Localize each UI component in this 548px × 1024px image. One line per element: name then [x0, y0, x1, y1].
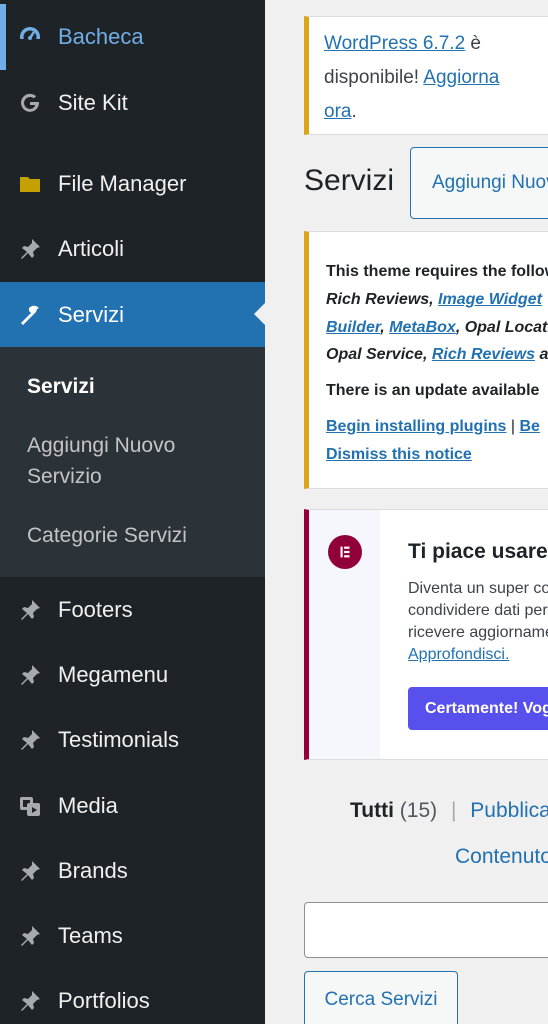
submenu-item-aggiungi-nuovo[interactable]: Aggiungi Nuovo Servizio [27, 430, 207, 492]
notice-text: condividere dati per [408, 602, 548, 619]
hammer-icon [0, 303, 58, 327]
notice-icon-strip [309, 510, 380, 759]
sidebar-item-label: Articoli [58, 235, 125, 261]
active-indicator [0, 4, 6, 70]
sidebar-item-label: Site Kit [58, 89, 128, 115]
update-now-link-continued[interactable]: ora [324, 101, 351, 122]
filter-all-count: (15) [399, 799, 438, 822]
notice-text: disponibile! [324, 67, 424, 88]
sidebar-item-label: Brands [58, 857, 128, 883]
begin-activating-link[interactable]: Be [520, 418, 540, 435]
add-new-button[interactable]: Aggiungi Nuovo Servizio [410, 147, 548, 219]
notice-body: Diventa un super contributore condivider… [408, 578, 548, 666]
plugin-link-image-widget[interactable]: Image Widget [438, 291, 542, 308]
filter-separator: | [450, 799, 457, 822]
pin-icon [0, 989, 58, 1013]
notice-text: There is an update available [326, 382, 540, 399]
plugin-link-rich-reviews[interactable]: Rich Reviews [432, 346, 535, 363]
separator: | [506, 418, 520, 435]
sidebar-item-site-kit[interactable]: Site Kit [0, 70, 265, 135]
sidebar-item-testimonials[interactable]: Testimonials [0, 707, 265, 772]
pin-icon [0, 924, 58, 948]
admin-sidebar: Bacheca Site Kit File Manager Articoli S… [0, 0, 265, 1024]
plugin-name: Opal Service, [326, 346, 432, 363]
sidebar-item-label: Servizi [58, 301, 125, 327]
sidebar-item-label: Footers [58, 596, 133, 622]
plugin-name: Rich Reviews [326, 291, 430, 308]
sidebar-item-label: Megamenu [58, 661, 169, 687]
separator: , [429, 291, 439, 308]
sidebar-item-label: Bacheca [58, 23, 144, 49]
sidebar-item-megamenu[interactable]: Megamenu [0, 642, 265, 707]
sidebar-item-teams[interactable]: Teams [0, 903, 265, 968]
dismiss-notice-link[interactable]: Dismiss this notice [326, 446, 472, 463]
opt-in-button[interactable]: Certamente! Voglio contribuire [408, 687, 548, 730]
plugin-link-builder[interactable]: Builder [326, 319, 380, 336]
sidebar-item-articoli[interactable]: Articoli [0, 216, 265, 281]
dashboard-icon [0, 25, 58, 49]
pin-icon [0, 728, 58, 752]
media-icon [0, 794, 58, 818]
plugin-link-metabox[interactable]: MetaBox [389, 319, 456, 336]
sidebar-item-label: Media [58, 792, 118, 818]
sidebar-item-servizi[interactable]: Servizi [0, 282, 265, 347]
update-now-link[interactable]: Aggiorna [423, 67, 499, 88]
sidebar-item-brands[interactable]: Brands [0, 838, 265, 903]
google-g-icon [0, 91, 58, 115]
pin-icon [0, 598, 58, 622]
sidebar-item-media[interactable]: Media [0, 773, 265, 838]
learn-more-link[interactable]: Approfondisci. [408, 646, 509, 663]
begin-installing-link[interactable]: Begin installing plugins [326, 418, 506, 435]
pin-icon [0, 237, 58, 261]
main-content: WordPress 6.7.2 è disponibile! Aggiorna … [265, 0, 548, 1024]
wordpress-version-link[interactable]: WordPress 6.7.2 [324, 33, 465, 54]
search-input[interactable] [304, 902, 548, 958]
sidebar-item-label: File Manager [58, 170, 187, 196]
sidebar-item-footers[interactable]: Footers [0, 577, 265, 642]
notice-text: This theme requires the following plugin… [326, 263, 548, 280]
sidebar-item-label: Teams [58, 922, 123, 948]
folder-icon [0, 172, 58, 196]
notice-title: Ti piace usare Elementor? [408, 540, 548, 563]
sidebar-item-label: Portfolios [58, 987, 150, 1013]
notice-text: and [539, 346, 548, 363]
elementor-notice: Ti piace usare Elementor? Diventa un sup… [304, 509, 548, 760]
sidebar-item-file-manager[interactable]: File Manager [0, 151, 265, 216]
filter-published[interactable]: Pubblicati [470, 799, 548, 822]
sidebar-item-portfolios[interactable]: Portfolios [0, 968, 265, 1024]
pin-icon [0, 859, 58, 883]
separator: , [380, 319, 390, 336]
current-arrow [254, 303, 265, 325]
plugins-required-notice: This theme requires the following plugin… [304, 231, 548, 489]
filter-content[interactable]: Contenuto [455, 845, 548, 869]
sidebar-item-bacheca[interactable]: Bacheca [0, 4, 265, 70]
notice-text: ricevere aggiornamenti [408, 624, 548, 641]
search-button[interactable]: Cerca Servizi [304, 971, 458, 1024]
sidebar-item-label: Testimonials [58, 726, 180, 752]
submenu-item-categorie[interactable]: Categorie Servizi [27, 520, 247, 551]
filter-all[interactable]: Tutti [350, 799, 394, 822]
submenu-servizi: Servizi Aggiungi Nuovo Servizio Categori… [0, 347, 265, 577]
elementor-logo-icon [328, 535, 362, 569]
page-title: Servizi [304, 164, 395, 197]
submenu-item-servizi[interactable]: Servizi [27, 371, 247, 402]
status-filters: Tutti (15) | Pubblicati [350, 799, 548, 823]
pin-icon [0, 663, 58, 687]
notice-text: è [465, 33, 482, 54]
update-notice: WordPress 6.7.2 è disponibile! Aggiorna … [304, 16, 548, 135]
plugin-name: , Opal Locations [455, 319, 548, 336]
notice-text: Diventa un super contributore [408, 580, 548, 597]
notice-text: . [351, 101, 357, 122]
